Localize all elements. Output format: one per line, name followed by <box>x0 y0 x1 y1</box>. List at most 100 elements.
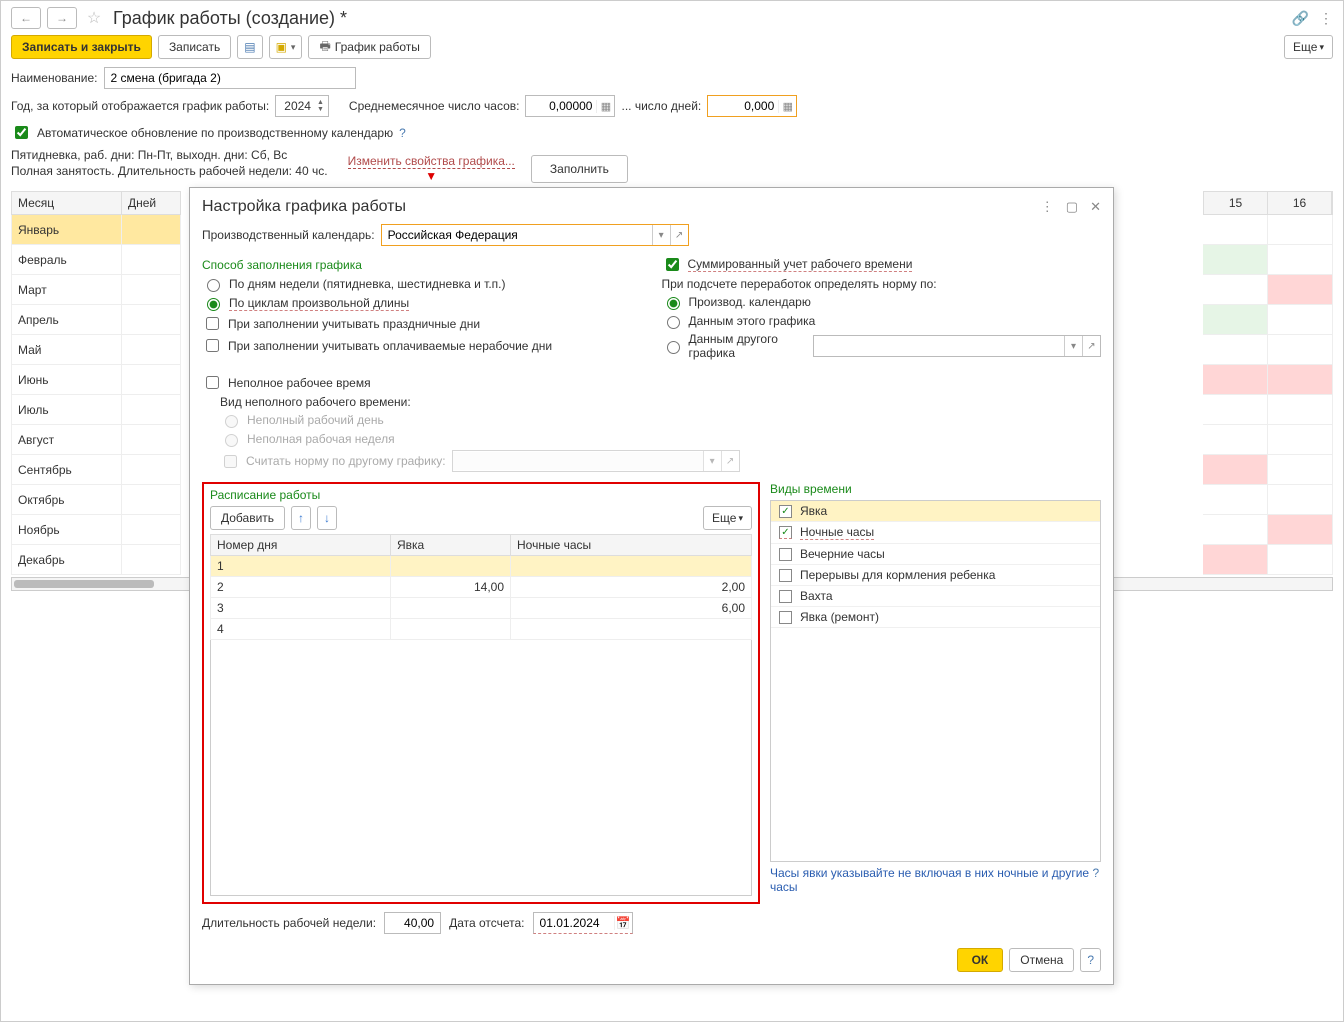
schedule-table[interactable]: Номер дня Явка Ночные часы 1 214,002,00 … <box>210 534 752 640</box>
other-norm-combo: ▾ ↗ <box>452 450 740 472</box>
month-row[interactable]: Июль <box>12 395 181 425</box>
avg-hours-input[interactable]: ▦ <box>525 95 615 117</box>
month-row[interactable]: Сентябрь <box>12 455 181 485</box>
page-title: График работы (создание) * <box>113 8 347 29</box>
save-close-button[interactable]: Записать и закрыть <box>11 35 152 59</box>
chk-summed[interactable] <box>666 258 679 271</box>
month-row[interactable]: Декабрь <box>12 545 181 575</box>
help-icon[interactable]: ? <box>1092 866 1099 880</box>
schedule-more-button[interactable]: Еще ▾ <box>703 506 752 530</box>
save-button[interactable]: Записать <box>158 35 231 59</box>
schedule-summary-1: Пятидневка, раб. дни: Пн-Пт, выходн. дни… <box>11 148 328 162</box>
days-label: ... число дней: <box>621 99 701 113</box>
checkbox-icon[interactable] <box>779 569 792 582</box>
prod-calendar-label: Производственный календарь: <box>202 228 375 242</box>
table-row[interactable]: 214,002,00 <box>211 577 752 598</box>
month-row[interactable]: Февраль <box>12 245 181 275</box>
spin-up-icon[interactable]: ▲ <box>317 99 324 106</box>
schedule-box: Расписание работы Добавить ↑ ↓ Еще ▾ Ном… <box>202 482 760 904</box>
folder-icon: ▣ <box>276 40 287 54</box>
radio-by-cycle[interactable] <box>207 298 220 311</box>
open-ref-icon[interactable]: ↗ <box>670 225 688 245</box>
favorite-star-icon[interactable]: ☆ <box>83 7 105 29</box>
checkbox-icon[interactable]: ✓ <box>779 505 792 518</box>
table-row[interactable]: 1 <box>211 556 752 577</box>
spin-down-icon[interactable]: ▼ <box>317 106 324 113</box>
ok-button[interactable]: ОК <box>957 948 1004 972</box>
help-icon[interactable]: ? <box>399 126 406 140</box>
hint-text: Часы явки указывайте не включая в них но… <box>770 866 1101 894</box>
chk-parttime[interactable] <box>206 376 219 389</box>
prod-calendar-combo[interactable]: ▾ ↗ <box>381 224 689 246</box>
auto-update-checkbox[interactable] <box>15 126 28 139</box>
chevron-down-icon: ▾ <box>703 451 721 471</box>
checkbox-icon[interactable]: ✓ <box>779 526 792 539</box>
chevron-down-icon[interactable]: ▾ <box>1064 336 1082 356</box>
chevron-down-icon[interactable]: ▾ <box>652 225 670 245</box>
list-item[interactable]: Явка (ремонт) <box>771 607 1100 628</box>
months-table: МесяцДней Январь Февраль Март Апрель Май… <box>11 191 181 575</box>
print-button[interactable]: 🖶График работы <box>308 35 430 59</box>
calculator-icon[interactable]: ▦ <box>778 100 796 113</box>
schedule-title: Расписание работы <box>210 488 752 502</box>
radio-norm-other[interactable] <box>667 341 680 354</box>
radio-norm-calendar[interactable] <box>667 297 680 310</box>
nav-forward-button[interactable]: → <box>47 7 77 29</box>
month-row[interactable]: Май <box>12 335 181 365</box>
link-icon[interactable]: 🔗 <box>1292 10 1309 27</box>
help-icon: ? <box>1087 953 1094 967</box>
start-date-input[interactable]: 📅 <box>533 912 633 934</box>
month-row[interactable]: Июнь <box>12 365 181 395</box>
doc-icon-button[interactable]: ▤ <box>237 35 262 59</box>
fill-method-title: Способ заполнения графика <box>202 258 642 272</box>
table-row[interactable]: 4 <box>211 619 752 640</box>
list-item[interactable]: Вечерние часы <box>771 544 1100 565</box>
checkbox-icon[interactable] <box>779 611 792 624</box>
move-down-button[interactable]: ↓ <box>317 506 337 530</box>
days-input[interactable]: ▦ <box>707 95 797 117</box>
chk-paid-nonwork[interactable] <box>206 339 219 352</box>
radio-part-week <box>225 434 238 447</box>
timetypes-list[interactable]: ✓Явка ✓Ночные часы Вечерние часы Перерыв… <box>770 500 1101 862</box>
timetypes-box: Виды времени ✓Явка ✓Ночные часы Вечерние… <box>770 482 1101 904</box>
radio-norm-this[interactable] <box>667 316 680 329</box>
other-schedule-combo[interactable]: ▾ ↗ <box>813 335 1101 357</box>
month-row[interactable]: Октябрь <box>12 485 181 515</box>
calculator-icon[interactable]: ▦ <box>596 100 614 113</box>
help-button[interactable]: ? <box>1080 948 1101 972</box>
doc-icon: ▤ <box>244 40 255 54</box>
actions-dropdown-button[interactable]: ▣ ▾ <box>269 35 303 59</box>
dialog-menu-icon[interactable]: ⋮ <box>1041 199 1054 215</box>
checkbox-icon[interactable] <box>779 590 792 603</box>
month-row[interactable]: Ноябрь <box>12 515 181 545</box>
chk-holidays[interactable] <box>206 317 219 330</box>
fill-button[interactable]: Заполнить <box>531 155 628 183</box>
move-up-button[interactable]: ↑ <box>291 506 311 530</box>
table-row[interactable]: 36,00 <box>211 598 752 619</box>
menu-icon[interactable]: ⋮ <box>1319 10 1333 27</box>
month-row[interactable]: Апрель <box>12 305 181 335</box>
open-ref-icon[interactable]: ↗ <box>1082 336 1100 356</box>
list-item[interactable]: Вахта <box>771 586 1100 607</box>
radio-by-week[interactable] <box>207 279 220 292</box>
more-button[interactable]: Еще ▾ <box>1284 35 1333 59</box>
checkbox-icon[interactable] <box>779 548 792 561</box>
dialog-maximize-icon[interactable]: ▢ <box>1066 199 1078 215</box>
name-input[interactable] <box>104 67 356 89</box>
list-item[interactable]: ✓Ночные часы <box>771 522 1100 544</box>
week-len-label: Длительность рабочей недели: <box>202 916 376 930</box>
auto-update-label: Автоматическое обновление по производств… <box>37 126 393 140</box>
calendar-icon[interactable]: 📅 <box>614 916 632 930</box>
change-properties-link[interactable]: Изменить свойства графика... <box>348 154 515 169</box>
year-spinner[interactable]: 2024 ▲▼ <box>275 95 329 117</box>
month-row[interactable]: Август <box>12 425 181 455</box>
month-row[interactable]: Март <box>12 275 181 305</box>
list-item[interactable]: Перерывы для кормления ребенка <box>771 565 1100 586</box>
list-item[interactable]: ✓Явка <box>771 501 1100 522</box>
dialog-close-icon[interactable]: ✕ <box>1090 199 1101 215</box>
month-row[interactable]: Январь <box>12 215 181 245</box>
nav-back-button[interactable]: ← <box>11 7 41 29</box>
cancel-button[interactable]: Отмена <box>1009 948 1074 972</box>
week-len-input[interactable] <box>384 912 441 934</box>
add-row-button[interactable]: Добавить <box>210 506 285 530</box>
